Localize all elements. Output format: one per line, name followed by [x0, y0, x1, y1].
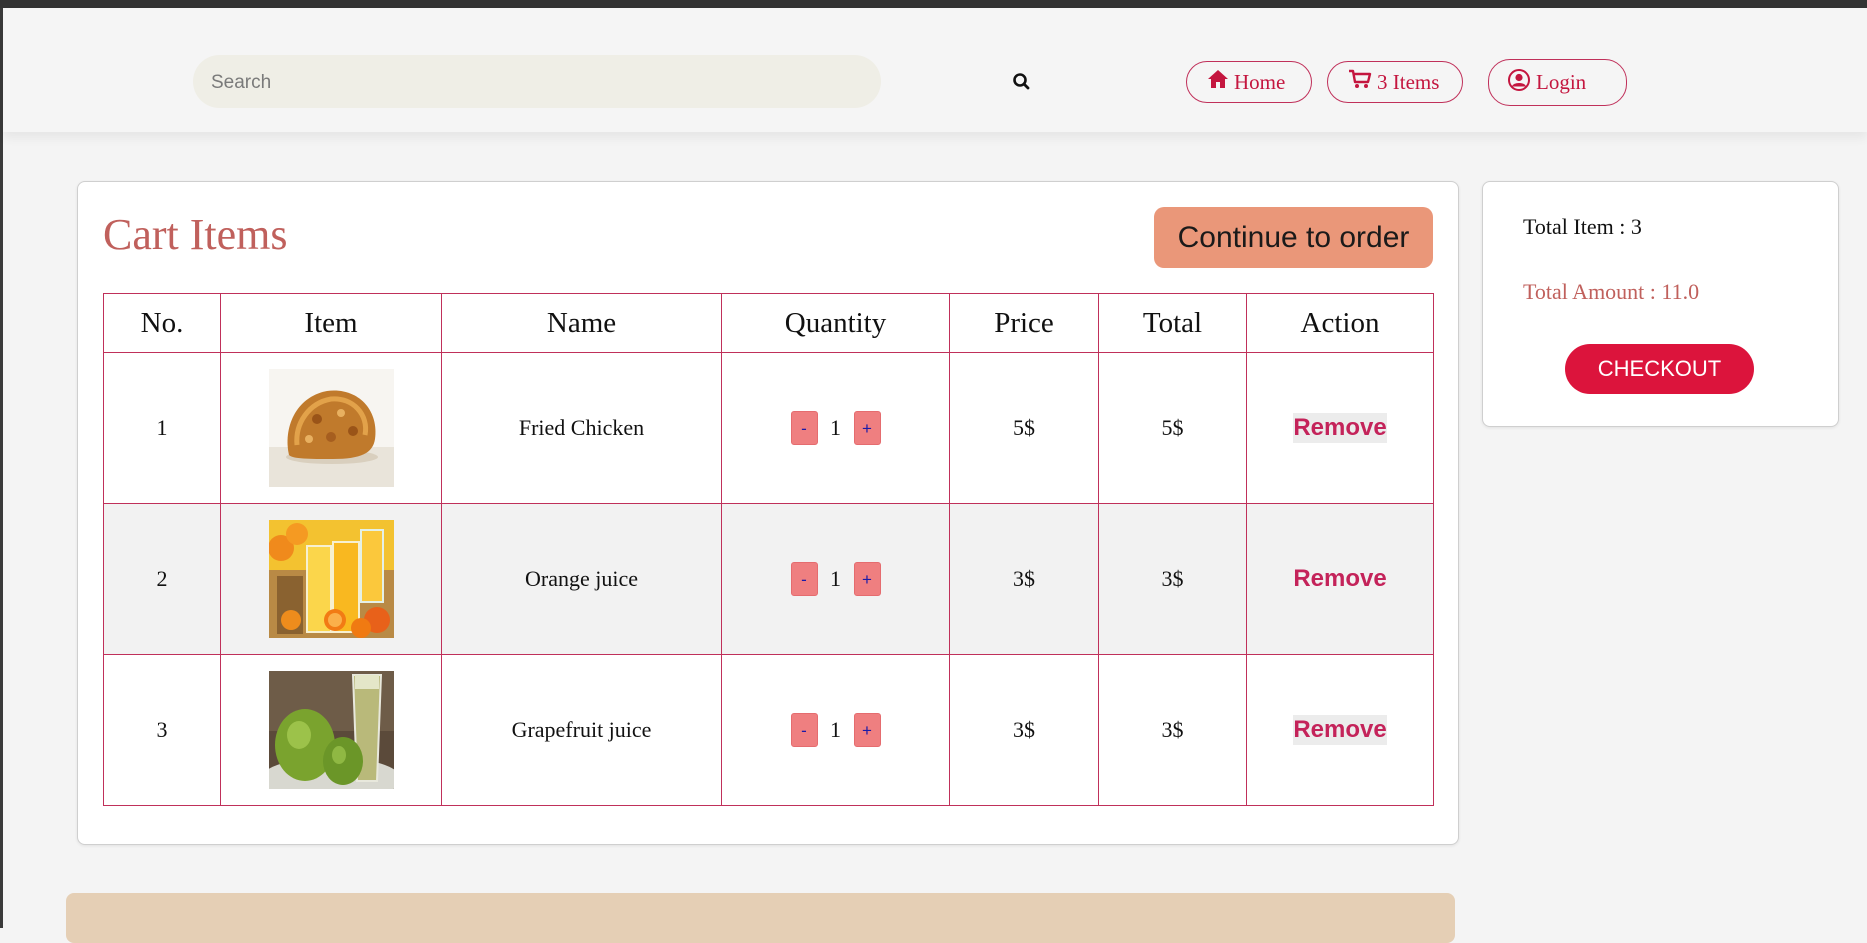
cart-count-label: 3 Items: [1377, 69, 1440, 94]
site-header: Home 3 Items Login: [3, 8, 1867, 132]
remove-button[interactable]: Remove: [1293, 715, 1387, 745]
window-top-bar: [0, 0, 1867, 8]
item-total: 3$: [1098, 503, 1247, 655]
cart-card: Cart Items Continue to order No. Item Na…: [77, 181, 1459, 845]
quantity-stepper: - 1 +: [790, 562, 881, 596]
column-header-item: Item: [220, 293, 442, 353]
item-total: 5$: [1098, 352, 1247, 504]
order-summary-card: Total Item : 3 Total Amount : 11.0 CHECK…: [1482, 181, 1839, 427]
checkout-button[interactable]: CHECKOUT: [1565, 344, 1754, 394]
home-button[interactable]: Home: [1186, 61, 1312, 103]
grapefruit-juice-image: [260, 671, 401, 801]
item-price: 3$: [949, 503, 1099, 655]
window-left-edge: [0, 8, 3, 928]
increase-quantity-button[interactable]: +: [853, 713, 881, 747]
column-header-no: No.: [103, 293, 221, 353]
quantity-value: 1: [830, 415, 841, 440]
row-number: 3: [103, 654, 221, 806]
total-amount: Total Amount : 11.0: [1523, 279, 1700, 304]
cart-table: No. Item Name Quantity Price Total Actio…: [103, 293, 1434, 806]
table-header-row: No. Item Name Quantity Price Total Actio…: [103, 293, 1434, 353]
login-label: Login: [1536, 70, 1587, 94]
column-header-quantity: Quantity: [721, 293, 950, 353]
home-label: Home: [1234, 69, 1286, 94]
orange-juice-image: [267, 520, 394, 638]
decrease-quantity-button[interactable]: -: [790, 411, 818, 445]
home-icon: [1207, 69, 1229, 95]
quantity-stepper: - 1 +: [790, 411, 881, 445]
user-circle-icon: [1507, 68, 1531, 98]
search-icon[interactable]: [1011, 71, 1033, 93]
search-input[interactable]: [209, 55, 813, 110]
cart-icon: [1348, 69, 1372, 95]
remove-button[interactable]: Remove: [1293, 413, 1387, 443]
fried-chicken-image: [268, 369, 394, 487]
quantity-value: 1: [830, 566, 841, 591]
continue-to-order-button[interactable]: Continue to order: [1154, 207, 1433, 268]
row-number: 1: [103, 352, 221, 504]
quantity-stepper: - 1 +: [790, 713, 881, 747]
decrease-quantity-button[interactable]: -: [790, 713, 818, 747]
decrease-quantity-button[interactable]: -: [790, 562, 818, 596]
column-header-price: Price: [949, 293, 1099, 353]
item-price: 3$: [949, 654, 1099, 806]
table-row: 1 Fried Chicken - 1 + 5$ 5$ Remove: [103, 352, 1434, 504]
table-row: 2 Orange juice - 1 + 3$ 3$ Remove: [103, 503, 1434, 655]
item-name: Grapefruit juice: [441, 654, 722, 806]
cart-title: Cart Items: [103, 210, 288, 259]
item-price: 5$: [949, 352, 1099, 504]
remove-button[interactable]: Remove: [1293, 564, 1386, 594]
item-total: 3$: [1098, 654, 1247, 806]
column-header-total: Total: [1098, 293, 1247, 353]
item-name: Orange juice: [441, 503, 722, 655]
item-name: Fried Chicken: [441, 352, 722, 504]
row-number: 2: [103, 503, 221, 655]
table-row: 3 Grapefruit juice - 1 + 3$ 3$ Remove: [103, 654, 1434, 806]
search-bar: [193, 55, 1030, 110]
increase-quantity-button[interactable]: +: [853, 562, 881, 596]
cart-button[interactable]: 3 Items: [1327, 61, 1463, 103]
footer-section: [66, 893, 1455, 943]
increase-quantity-button[interactable]: +: [853, 411, 881, 445]
column-header-action: Action: [1246, 293, 1434, 353]
quantity-value: 1: [830, 717, 841, 742]
total-item-count: Total Item : 3: [1523, 214, 1642, 239]
column-header-name: Name: [441, 293, 722, 353]
login-button[interactable]: Login: [1488, 59, 1627, 106]
